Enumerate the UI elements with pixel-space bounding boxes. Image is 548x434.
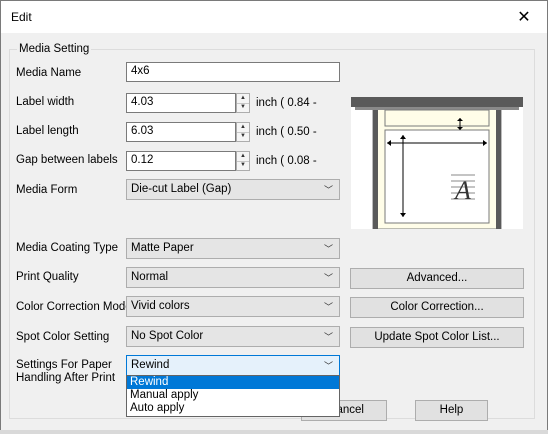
spot-color-select[interactable]: No Spot Color ﹀ [126, 326, 340, 347]
spot-color-value: No Spot Color [131, 330, 204, 342]
label-width-label: Label width [16, 96, 75, 108]
spin-down-icon[interactable]: ▼ [237, 132, 249, 141]
color-correction-value: Vivid colors [131, 300, 190, 312]
spot-color-label: Spot Color Setting [16, 331, 110, 343]
chevron-down-icon: ﹀ [323, 185, 333, 195]
color-correction-select[interactable]: Vivid colors ﹀ [126, 296, 340, 317]
gap-label: Gap between labels [16, 154, 118, 166]
print-quality-label: Print Quality [16, 271, 79, 283]
preview-letter: A [453, 176, 471, 205]
title-bar: Edit ✕ [1, 1, 547, 33]
dropdown-option-rewind[interactable]: Rewind [127, 376, 339, 389]
paper-handling-label-line2: Handling After Print [16, 372, 116, 384]
media-name-label: Media Name [16, 67, 82, 79]
paper-handling-select[interactable]: Rewind ﹀ [126, 355, 340, 376]
chevron-down-icon: ﹀ [323, 332, 333, 342]
edit-dialog: Edit ✕ Media Setting Media Name 4x6 Labe… [0, 0, 548, 434]
print-quality-value: Normal [131, 271, 169, 283]
label-width-stepper[interactable]: ▲ ▼ [236, 93, 250, 113]
media-form-select[interactable]: Die-cut Label (Gap) ﹀ [126, 179, 340, 200]
update-spot-color-button[interactable]: Update Spot Color List... [350, 327, 524, 348]
dialog-title: Edit [11, 10, 32, 24]
paper-handling-value: Rewind [131, 359, 170, 371]
gap-range: inch ( 0.08 - [256, 155, 317, 167]
label-length-input[interactable]: 6.03 [126, 122, 236, 142]
label-length-label: Label length [16, 125, 79, 137]
print-quality-select[interactable]: Normal ﹀ [126, 267, 340, 288]
media-coating-value: Matte Paper [131, 242, 194, 254]
chevron-down-icon: ﹀ [323, 302, 333, 312]
chevron-down-icon: ﹀ [323, 273, 333, 283]
advanced-button[interactable]: Advanced... [350, 268, 524, 289]
label-width-input[interactable]: 4.03 [126, 93, 236, 113]
media-coating-label: Media Coating Type [16, 242, 119, 254]
gap-input[interactable]: 0.12 [126, 151, 236, 171]
label-length-range: inch ( 0.50 - [256, 126, 317, 138]
close-button[interactable]: ✕ [501, 1, 547, 33]
media-form-value: Die-cut Label (Gap) [131, 183, 232, 195]
media-preview: A [351, 97, 523, 229]
paper-handling-label-line1: Settings For Paper [16, 359, 112, 371]
media-name-input[interactable]: 4x6 [126, 62, 340, 82]
label-length-stepper[interactable]: ▲ ▼ [236, 122, 250, 142]
dropdown-option-manual-apply[interactable]: Manual apply [127, 389, 339, 402]
help-button[interactable]: Help [415, 400, 488, 421]
chevron-down-icon: ﹀ [323, 361, 333, 371]
dropdown-option-auto-apply[interactable]: Auto apply [127, 402, 339, 415]
media-setting-label: Media Setting [17, 43, 92, 55]
spin-down-icon[interactable]: ▼ [237, 103, 249, 112]
background-window [0, 430, 548, 434]
chevron-down-icon: ﹀ [323, 244, 333, 254]
spin-down-icon[interactable]: ▼ [237, 161, 249, 170]
label-width-range: inch ( 0.84 - [256, 97, 317, 109]
color-correction-label: Color Correction Mode [16, 301, 132, 313]
media-coating-select[interactable]: Matte Paper ﹀ [126, 238, 340, 259]
color-correction-button[interactable]: Color Correction... [350, 297, 524, 318]
gap-stepper[interactable]: ▲ ▼ [236, 151, 250, 171]
media-form-label: Media Form [16, 184, 78, 196]
paper-handling-dropdown: Rewind Manual apply Auto apply [126, 375, 340, 417]
